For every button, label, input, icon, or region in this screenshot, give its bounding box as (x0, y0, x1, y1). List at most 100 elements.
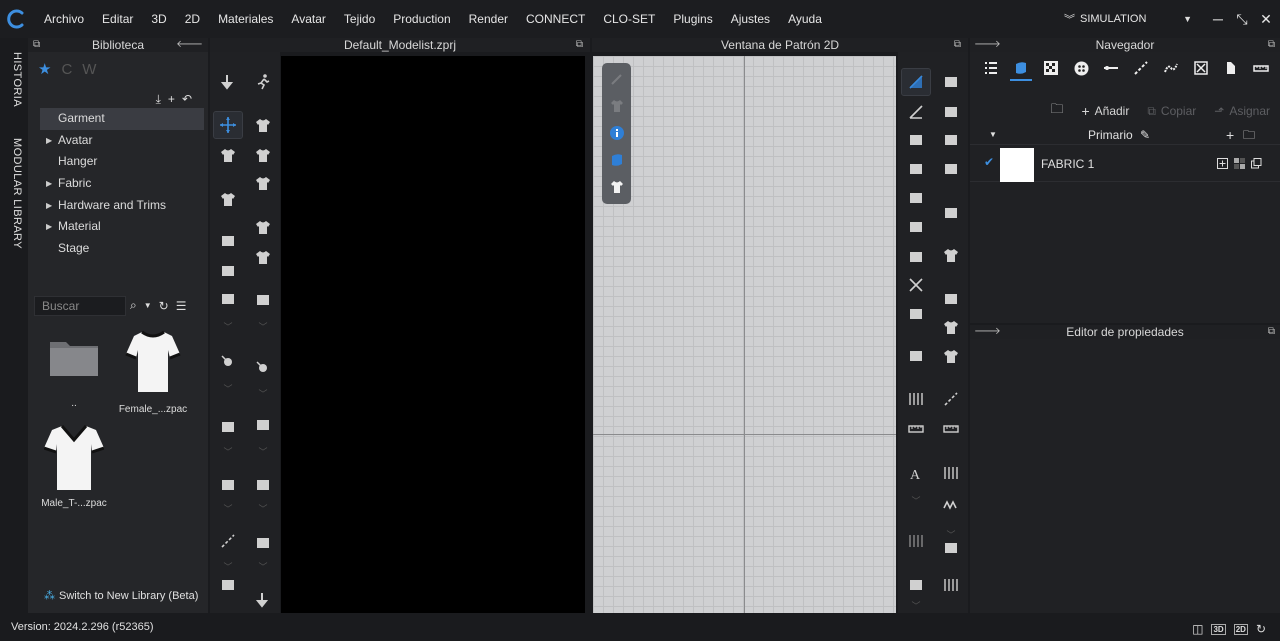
texture-icon[interactable] (1234, 158, 1245, 169)
polygon-tool-icon[interactable] (902, 127, 930, 153)
menu-tejido[interactable]: Tejido (335, 0, 384, 38)
pen-icon[interactable] (607, 69, 626, 88)
menu-avatar[interactable]: Avatar (282, 0, 334, 38)
slash-spread-tool-icon[interactable] (937, 127, 965, 153)
sewing-line-tool-icon[interactable] (937, 386, 965, 412)
float-panel-icon[interactable]: ⧉ (576, 38, 583, 52)
3d-viewport[interactable] (281, 56, 585, 613)
view-2d-button[interactable]: 2D (1233, 623, 1248, 635)
edit-curve-point-tool-icon[interactable] (902, 99, 930, 125)
arrangement-tool-icon[interactable] (249, 214, 277, 240)
2d-pattern-viewport[interactable] (593, 56, 896, 613)
texture-tool-icon[interactable] (937, 314, 965, 340)
fold-tool-icon[interactable] (249, 472, 277, 498)
garment-fit-tool-icon[interactable] (937, 242, 965, 268)
zig-zag-stitch-tool-icon[interactable] (937, 492, 965, 518)
avatar-motion-tool-icon[interactable] (249, 69, 277, 95)
text-tool-icon[interactable]: A (902, 460, 930, 486)
strap-tool-icon[interactable] (214, 472, 242, 498)
garment-icon[interactable] (607, 96, 626, 115)
buttonhole-tool-icon[interactable] (937, 535, 965, 561)
fabric-tab-icon[interactable] (1006, 54, 1036, 82)
trace-tool-icon[interactable] (902, 244, 930, 270)
notch-tool-icon[interactable] (902, 301, 930, 327)
assign-button[interactable]: ⬏ Asignar (1214, 100, 1270, 122)
transform-3d-tool-icon[interactable] (214, 258, 242, 284)
curve-point-tool-icon[interactable] (937, 156, 965, 182)
elastic-tool-icon[interactable] (937, 572, 965, 598)
grading-tool-icon[interactable] (902, 528, 930, 554)
graphic-pattern-icon[interactable] (1036, 54, 1066, 82)
avatar-select-tool-icon[interactable] (249, 112, 277, 138)
favorites-star-icon[interactable]: ★ (38, 60, 51, 78)
library-file-female[interactable]: Female_...zpac (113, 328, 193, 415)
add-button[interactable]: + Añadir (1081, 100, 1129, 122)
tack-tool-icon[interactable] (214, 349, 242, 375)
search-input[interactable]: Buscar (34, 296, 126, 316)
avatar-trim-tool-icon[interactable] (249, 244, 277, 270)
tree-item[interactable]: ▶ Hardware and Trims (40, 195, 204, 217)
3d-seam-line-tool-icon[interactable] (214, 528, 242, 554)
expand-arrow-icon[interactable]: ▶ (46, 216, 52, 238)
expand-arrow-icon[interactable]: ▶ (46, 130, 52, 152)
fitting-tool-icon[interactable] (214, 286, 242, 312)
puckering-icon[interactable] (1156, 54, 1186, 82)
clo-logo-tab-icon[interactable]: C (61, 61, 72, 78)
gravity-tool-icon[interactable] (214, 69, 242, 95)
menu-archivo[interactable]: Archivo (35, 0, 93, 38)
library-file-folder[interactable]: .. (34, 334, 114, 409)
menu-editar[interactable]: Editar (93, 0, 142, 38)
ellipse-tool-icon[interactable] (902, 185, 930, 211)
select-move-tool-icon[interactable] (213, 111, 243, 139)
segment-sewing-tool-icon[interactable] (902, 386, 930, 412)
menu-3d[interactable]: 3D (142, 0, 175, 38)
fabric-list-item[interactable]: ✔ FABRIC 1 (970, 144, 1280, 182)
mode-select[interactable]: ︾ SIMULATION ▼ (1064, 11, 1192, 27)
menu-ayuda[interactable]: Ayuda (779, 0, 831, 38)
topstitch-icon[interactable] (1126, 54, 1156, 82)
edit-tack-tool-icon[interactable] (214, 414, 242, 440)
pattern-fill-tool-icon[interactable] (937, 286, 965, 312)
internal-polygon-tool-icon[interactable] (902, 214, 930, 240)
menu-2d[interactable]: 2D (176, 0, 209, 38)
pin-3d-tool-icon[interactable] (249, 355, 277, 381)
list-icon[interactable] (976, 54, 1006, 82)
float-panel-icon[interactable]: ⧉ (954, 38, 961, 52)
expand-arrow-icon[interactable]: ▶ (46, 195, 52, 217)
trim-icon[interactable] (1216, 54, 1246, 82)
transform-pattern-tool-icon[interactable] (901, 68, 931, 96)
edit-pencil-icon[interactable]: ✎ (1140, 126, 1150, 144)
float-panel-icon[interactable]: ⧉ (1268, 325, 1275, 339)
tree-item[interactable]: ▶ Material (40, 216, 204, 238)
3d-trim-tool-icon[interactable] (214, 572, 242, 598)
undo-icon[interactable]: ↶ (182, 92, 192, 107)
fabric-icon[interactable] (607, 150, 626, 169)
fold-2d-tool-icon[interactable] (902, 343, 930, 369)
button-icon[interactable] (1066, 54, 1096, 82)
graphic-tool-icon[interactable] (937, 343, 965, 369)
marketplace-icon[interactable]: W (82, 61, 96, 78)
close-button[interactable]: ✕ (1256, 11, 1276, 28)
folder-icon[interactable]: 🗀 (1243, 126, 1255, 144)
tree-item[interactable]: Garment (40, 108, 204, 130)
edit-pattern-3d-tool-icon[interactable] (214, 228, 242, 254)
search-dropdown-icon[interactable]: ▼ (144, 301, 152, 310)
3d-pen-tool-icon[interactable] (902, 572, 930, 598)
buttonhole-icon[interactable] (1096, 54, 1126, 82)
search-icon[interactable]: ⌕ (130, 298, 137, 313)
edit-point-tool-icon[interactable] (937, 99, 965, 125)
menu-render[interactable]: Render (460, 0, 517, 38)
collapse-arrow-icon[interactable]: ▼ (989, 126, 997, 144)
tab-historia[interactable]: HISTORIA (3, 52, 23, 107)
iron-tool-icon[interactable] (937, 200, 965, 226)
expand-right-icon[interactable]: 🡒 (974, 325, 1001, 339)
edit-pattern-tool-icon[interactable] (937, 69, 965, 95)
float-panel-icon[interactable]: ⧉ (1268, 38, 1275, 52)
zipper-tool-icon[interactable] (249, 412, 277, 438)
rectangle-tool-icon[interactable] (902, 156, 930, 182)
restore-button[interactable]: ⤡ (1232, 11, 1252, 28)
topstitch-tool-icon[interactable] (937, 460, 965, 486)
add-square-icon[interactable] (1217, 158, 1228, 169)
refresh-icon[interactable]: ↻ (1256, 622, 1266, 636)
fold-arrangement-tool-icon[interactable] (214, 186, 242, 212)
